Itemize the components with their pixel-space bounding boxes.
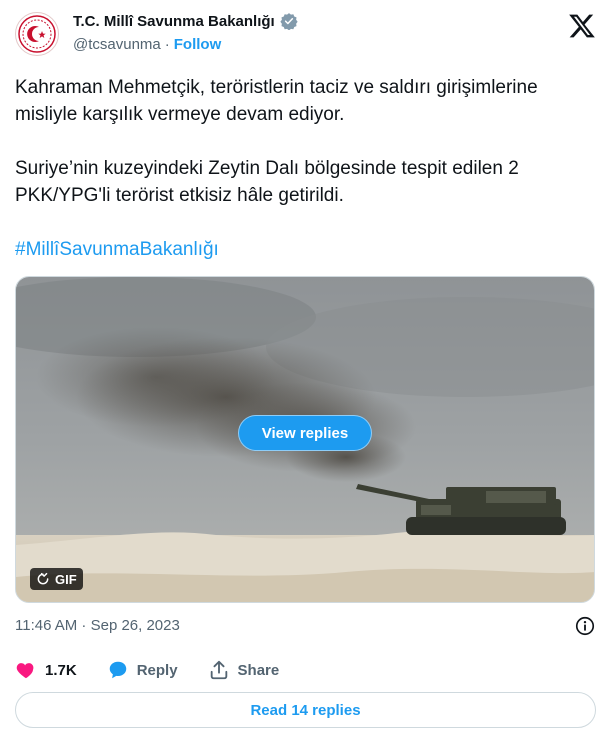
display-name[interactable]: T.C. Millî Savunma Bakanlığı [73,13,275,30]
ministry-emblem-icon [18,15,56,53]
reply-label: Reply [136,661,178,679]
replay-icon [37,572,49,585]
handle[interactable]: @tcsavunma [73,36,161,53]
x-logo-icon[interactable] [568,12,596,40]
reply-button[interactable]: Reply [107,659,178,681]
handle-row: @tcsavunma · Follow [73,36,221,53]
media-gif[interactable]: View replies GIF [15,276,595,603]
share-icon [210,660,227,680]
heart-icon [16,663,34,679]
timestamp[interactable]: 11:46 AM · Sep 26, 2023 [15,617,180,634]
share-label: Share [237,661,280,679]
gif-label: GIF [55,571,77,587]
read-replies-button[interactable]: Read 14 replies [15,692,596,728]
action-bar: 1.7K Reply Share [15,658,309,682]
follow-button[interactable]: Follow [174,36,222,53]
tweet-header: T.C. Millî Savunma Bakanlığı @tcsavunma … [15,10,596,58]
gif-badge[interactable]: GIF [30,568,83,590]
hashtag-link[interactable]: #MillîSavunmaBakanlığı [15,236,219,263]
view-replies-button[interactable]: View replies [238,415,372,451]
verified-badge-icon [280,12,298,30]
like-button[interactable]: 1.7K [15,659,77,681]
separator: · [164,36,170,53]
timestamp-row: 11:46 AM · Sep 26, 2023 [15,615,596,637]
name-row: T.C. Millî Savunma Bakanlığı [73,12,298,30]
avatar[interactable] [15,12,59,56]
like-count: 1.7K [45,661,77,679]
tweet-text: Kahraman Mehmetçik, teröristlerin taciz … [15,77,538,206]
reply-bubble-icon [109,661,126,679]
info-icon[interactable] [574,615,596,637]
share-button[interactable]: Share [208,659,280,681]
